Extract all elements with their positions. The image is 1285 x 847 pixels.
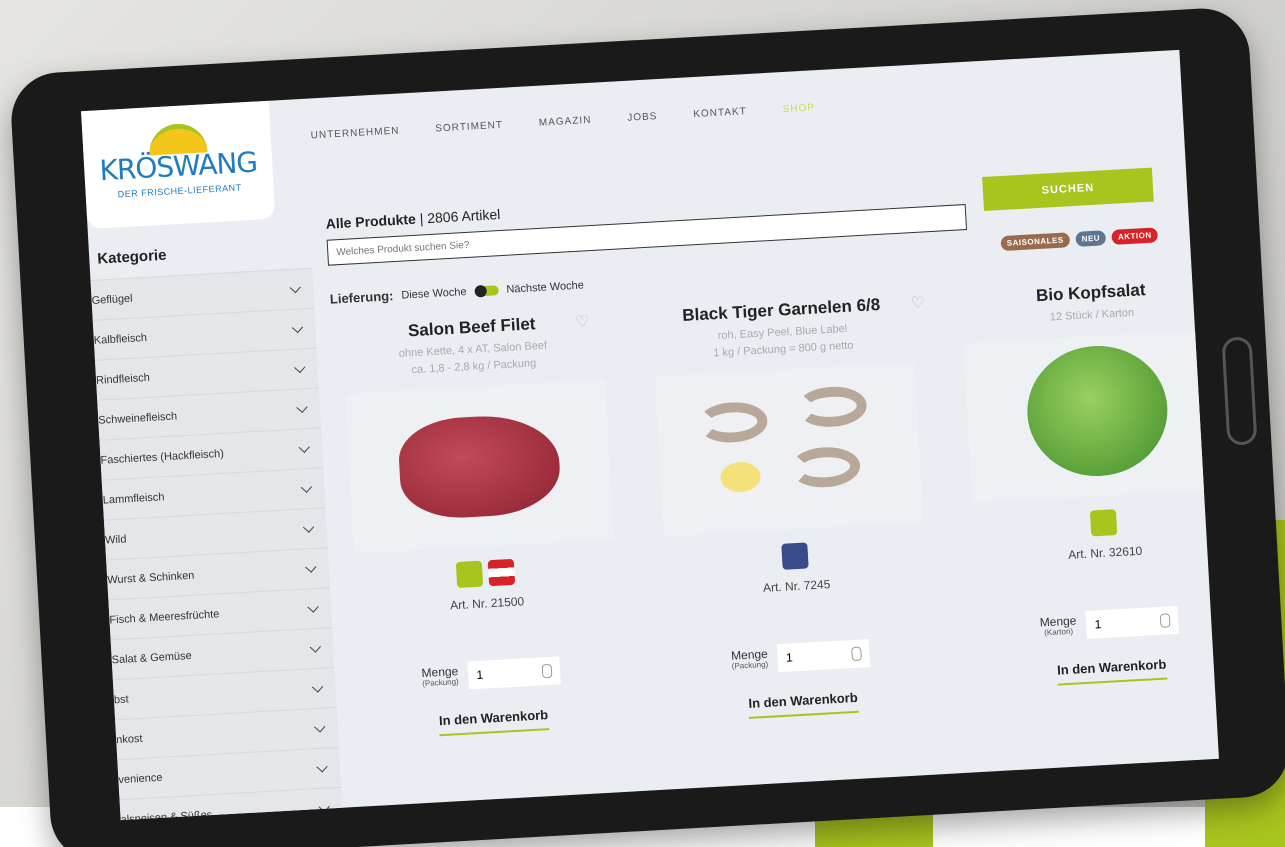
chevron-down-icon[interactable] <box>298 441 310 453</box>
sidebar-item-label: alspeisen & Süßes <box>120 808 213 821</box>
add-to-cart-button[interactable]: In den Warenkorb <box>1056 656 1168 686</box>
chevron-down-icon[interactable] <box>296 401 308 413</box>
sidebar-item-label: Rindfleisch <box>95 371 151 387</box>
sidebar-item-label: Kalbfleisch <box>93 331 148 347</box>
chevron-down-icon[interactable] <box>300 481 313 493</box>
article-number: Art. Nr. 7245 <box>762 577 831 595</box>
product-icons <box>345 553 626 595</box>
nav-item-jobs[interactable]: JOBS <box>627 111 658 124</box>
chevron-down-icon[interactable] <box>289 281 301 293</box>
product-image[interactable] <box>345 379 614 554</box>
product-image[interactable] <box>963 328 1219 503</box>
nav-item-magazin[interactable]: MAGAZIN <box>539 115 592 129</box>
lettuce-image <box>1023 341 1171 480</box>
chevron-down-icon[interactable] <box>294 361 306 373</box>
shrimp-image <box>795 384 868 429</box>
bio-icon <box>1089 508 1118 537</box>
beef-image <box>396 412 563 521</box>
quantity-label: Menge (Karton) <box>1039 613 1077 637</box>
logo[interactable]: KRÖSWANG DER FRISCHE-LIEFERANT <box>81 100 276 230</box>
badge-saisonales[interactable]: SAISONALES <box>1000 232 1071 252</box>
sidebar-item-label: Faschiertes (Hackfleisch) <box>100 447 225 467</box>
chevron-down-icon[interactable] <box>318 800 330 812</box>
tablet-device: KRÖSWANG DER FRISCHE-LIEFERANT UNTERNEHM… <box>8 6 1285 847</box>
sidebar-item-label: Fisch & Meeresfrüchte <box>109 607 220 626</box>
nav-item-shop[interactable]: SHOP <box>782 102 815 115</box>
stepper-icon[interactable] <box>851 646 863 662</box>
austria-flag-icon <box>487 558 516 587</box>
tablet-screen: KRÖSWANG DER FRISCHE-LIEFERANT UNTERNEHM… <box>81 49 1219 821</box>
quantity-stepper[interactable]: 1 <box>467 656 562 690</box>
quantity-row: Menge (Karton) 1 <box>969 601 1219 645</box>
chevron-down-icon[interactable] <box>311 680 324 693</box>
category-sidebar: Kategorie Geflügel Kalbfleisch Rindfleisch… <box>89 239 344 821</box>
chevron-down-icon[interactable] <box>316 760 328 772</box>
sidebar-item-label: Lammfleisch <box>102 490 165 507</box>
quantity-stepper[interactable]: 1 <box>777 639 871 673</box>
chevron-down-icon[interactable] <box>309 640 321 653</box>
stepper-icon[interactable] <box>1160 612 1171 628</box>
quantity-row: Menge (Packung) 1 <box>351 652 632 696</box>
quantity-stepper[interactable]: 1 <box>1085 605 1180 639</box>
delivery-this-week[interactable]: Diese Woche <box>401 286 467 302</box>
add-to-cart-button[interactable]: In den Warenkorb <box>748 689 859 719</box>
delivery-toggle[interactable] <box>474 284 499 297</box>
chevron-down-icon[interactable] <box>305 560 317 573</box>
quantity-row: Menge (Packung) 1 <box>660 635 941 679</box>
quantity-label: Menge (Packung) <box>730 646 769 671</box>
nav-item-sortiment[interactable]: SORTIMENT <box>435 120 503 135</box>
shrimp-image <box>789 445 862 490</box>
chevron-down-icon[interactable] <box>307 600 319 613</box>
heart-icon[interactable]: ♡ <box>1216 275 1219 296</box>
chevron-down-icon[interactable] <box>314 720 326 733</box>
results-count: | 2806 Artikel <box>419 206 501 227</box>
delivery-next-week[interactable]: Nächste Woche <box>506 279 584 295</box>
sidebar-item-label: Schweinefleisch <box>97 409 178 427</box>
nav-item-kontakt[interactable]: KONTAKT <box>693 106 747 120</box>
lemon-image <box>719 460 762 494</box>
product-icons <box>654 535 935 577</box>
results-title: Alle Produkte <box>325 210 417 232</box>
blue-label-icon <box>781 542 809 570</box>
product-grid: Salon Beef Filet ♡ ohne Kette, 4 x AT, S… <box>331 275 1219 741</box>
heart-icon[interactable]: ♡ <box>910 292 925 313</box>
delivery-label: Lieferung: <box>329 288 394 307</box>
article-number: Art. Nr. 32610 <box>1067 543 1143 562</box>
chevron-down-icon[interactable] <box>302 521 315 533</box>
product-icons <box>963 502 1219 544</box>
sidebar-item-label: Geflügel <box>91 292 133 307</box>
stepper-icon[interactable] <box>541 663 553 679</box>
product-card: Bio Kopfsalat ♡ 12 Stück / Karton Art. N… <box>950 275 1219 706</box>
product-image[interactable] <box>654 362 924 537</box>
add-to-cart-button[interactable]: In den Warenkorb <box>438 707 549 737</box>
sidebar-item-label: nkost <box>115 732 143 746</box>
sidebar-item-label: venience <box>118 771 163 786</box>
home-button[interactable] <box>1221 336 1258 446</box>
shrimp-image <box>696 400 769 445</box>
product-card: Black Tiger Garnelen 6/8 ♡ roh, Easy Pee… <box>641 293 944 724</box>
search-button[interactable]: SUCHEN <box>982 167 1154 212</box>
bio-icon <box>455 560 484 588</box>
quantity-label: Menge (Packung) <box>421 664 459 689</box>
sidebar-item-label: Wild <box>104 532 127 547</box>
heart-icon[interactable]: ♡ <box>575 311 590 332</box>
badge-neu[interactable]: NEU <box>1075 230 1107 247</box>
sidebar-item-label: Wurst & Schinken <box>106 569 195 587</box>
sidebar-item-label: Salat & Gemüse <box>111 649 193 666</box>
chevron-down-icon[interactable] <box>291 321 304 333</box>
nav-item-unternehmen[interactable]: UNTERNEHMEN <box>310 126 399 142</box>
sidebar-item-label: bst <box>113 693 129 706</box>
article-number: Art. Nr. 21500 <box>449 594 525 613</box>
badge-aktion[interactable]: AKTION <box>1111 227 1159 245</box>
product-card: Salon Beef Filet ♡ ohne Kette, 4 x AT, S… <box>331 310 634 741</box>
main-nav: UNTERNEHMEN SORTIMENT MAGAZIN JOBS KONTA… <box>310 102 815 141</box>
